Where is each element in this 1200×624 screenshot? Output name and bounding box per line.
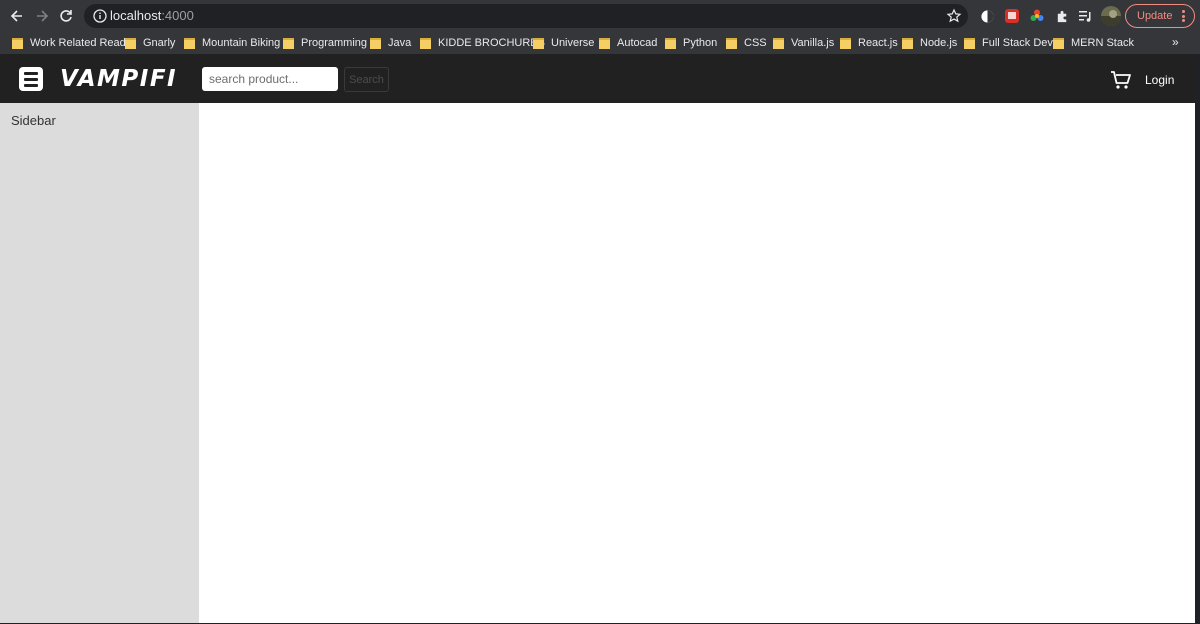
address-bar[interactable]: localhost:4000 <box>84 4 968 28</box>
bookmark-folder[interactable]: Full Stack Dev <box>964 35 1053 51</box>
puzzle-icon[interactable] <box>1053 7 1071 25</box>
bookmark-folder[interactable]: Mountain Biking <box>184 35 280 51</box>
bookmark-label: Gnarly <box>143 37 176 49</box>
sidebar-title: Sidebar <box>11 113 56 128</box>
bookmark-folder[interactable]: Universe <box>533 35 594 51</box>
folder-icon <box>184 37 195 49</box>
search-button[interactable]: Search <box>344 67 389 92</box>
url-text: localhost:4000 <box>110 8 194 24</box>
folder-icon <box>665 37 676 49</box>
app-header: VAMPIFI Search Login <box>0 54 1195 103</box>
folder-icon <box>773 37 784 49</box>
bookmark-folder[interactable]: Programming <box>283 35 367 51</box>
bookmark-folder[interactable]: Python <box>665 35 717 51</box>
bookmark-label: Mountain Biking <box>202 37 281 49</box>
bookmark-label: Python <box>683 37 718 49</box>
bookmarks-overflow-button[interactable]: » <box>1172 35 1179 49</box>
folder-icon <box>840 37 851 49</box>
folder-icon <box>125 37 136 49</box>
url-host: localhost <box>110 8 162 23</box>
folder-icon <box>964 37 975 49</box>
folder-icon <box>1053 37 1064 49</box>
bookmark-folder[interactable]: Autocad <box>599 35 657 51</box>
extension-color-picker-icon[interactable] <box>1028 7 1046 25</box>
bookmark-label: CSS <box>744 37 767 49</box>
bookmark-label: KIDDE BROCHURES <box>438 37 545 49</box>
back-icon[interactable] <box>5 4 29 28</box>
folder-icon <box>902 37 913 49</box>
update-button[interactable]: Update <box>1125 4 1195 28</box>
bookmark-folder[interactable]: Vanilla.js <box>773 35 834 51</box>
bookmark-label: React.js <box>858 37 898 49</box>
bookmark-folder[interactable]: Gnarly <box>125 35 175 51</box>
media-icon[interactable] <box>1076 7 1094 25</box>
folder-icon <box>726 37 737 49</box>
bookmark-label: Programming <box>301 37 368 49</box>
browser-toolbar: localhost:4000 Update <box>0 0 1200 32</box>
bookmark-label: MERN Stack <box>1071 37 1134 49</box>
extension-red-icon[interactable] <box>1003 7 1021 25</box>
search-input[interactable] <box>202 67 338 91</box>
extension-dark-mode-icon[interactable] <box>978 7 996 25</box>
bookmark-label: Java <box>388 37 412 49</box>
bookmark-folder[interactable]: KIDDE BROCHURES <box>420 35 545 51</box>
folder-icon <box>533 37 544 49</box>
brand-logo[interactable]: VAMPIFI <box>60 66 177 92</box>
bookmark-label: Vanilla.js <box>791 37 835 49</box>
more-menu-icon <box>1182 10 1185 22</box>
sidebar: Sidebar <box>0 103 199 623</box>
bookmarks-bar: Work Related Reads Gnarly Mountain Bikin… <box>0 32 1200 54</box>
bookmark-folder[interactable]: CSS <box>726 35 767 51</box>
login-link[interactable]: Login <box>1145 73 1174 87</box>
update-label: Update <box>1137 10 1173 22</box>
bookmark-folder[interactable]: MERN Stack <box>1053 35 1134 51</box>
folder-icon <box>370 37 381 49</box>
bookmark-folder[interactable]: Node.js <box>902 35 957 51</box>
folder-icon <box>420 37 431 49</box>
folder-icon <box>599 37 610 49</box>
star-icon[interactable] <box>946 8 962 24</box>
main-content <box>199 103 1195 623</box>
bookmark-folder[interactable]: React.js <box>840 35 898 51</box>
cart-icon[interactable] <box>1110 70 1132 90</box>
info-icon[interactable] <box>92 8 108 24</box>
url-port: :4000 <box>161 8 194 23</box>
hamburger-menu-icon[interactable] <box>19 67 43 91</box>
forward-icon[interactable] <box>30 4 54 28</box>
reload-icon[interactable] <box>54 4 78 28</box>
bookmark-folder[interactable]: Work Related Reads <box>12 35 131 51</box>
folder-icon <box>12 37 23 49</box>
bookmark-folder[interactable]: Java <box>370 35 411 51</box>
bookmark-label: Work Related Reads <box>30 37 132 49</box>
bookmark-label: Full Stack Dev <box>982 37 1053 49</box>
bookmark-label: Autocad <box>617 37 658 49</box>
folder-icon <box>283 37 294 49</box>
bookmark-label: Node.js <box>920 37 958 49</box>
page-viewport: VAMPIFI Search Login Sidebar <box>0 54 1195 623</box>
profile-avatar[interactable] <box>1101 6 1121 26</box>
bookmark-label: Universe <box>551 37 595 49</box>
